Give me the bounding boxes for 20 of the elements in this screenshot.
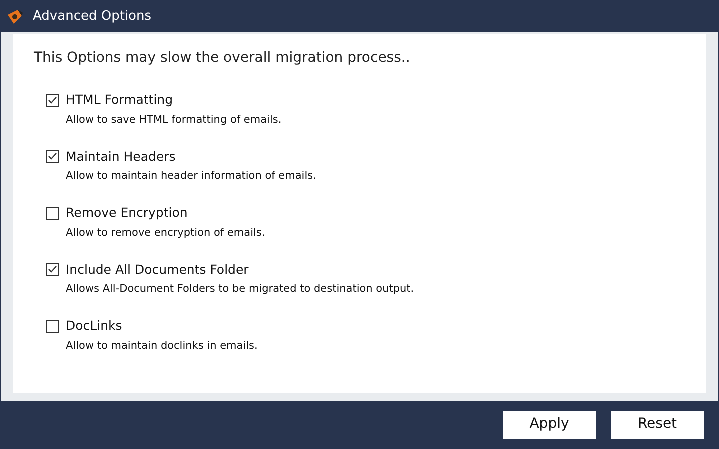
action-button[interactable]: Apply <box>503 410 596 438</box>
option-description: Allows All-Document Folders to be migrated to destination output. <box>65 282 416 298</box>
option-description: Allow to maintain doclinks in emails. <box>65 338 259 354</box>
option-label: DocLinks <box>66 317 122 335</box>
checkbox[interactable] <box>46 150 59 164</box>
app-logo-icon <box>6 8 24 26</box>
option-label: HTML Formatting <box>66 91 174 109</box>
checkbox[interactable] <box>46 320 59 333</box>
window-title: Advanced Options <box>33 8 152 26</box>
checkbox[interactable] <box>46 206 59 220</box>
option-label: Include All Documents Folder <box>66 260 249 278</box>
checkbox[interactable] <box>46 94 59 107</box>
action-button[interactable]: Reset <box>611 410 704 438</box>
notice-text: This Options may slow the overall migration process.. <box>34 49 412 68</box>
option-label: Maintain Headers <box>66 148 176 166</box>
option-description: Allow to remove encryption of emails. <box>65 226 266 241</box>
option-description: Allow to save HTML formatting of emails. <box>65 112 283 128</box>
option-label: Remove Encryption <box>66 204 188 222</box>
checkbox[interactable] <box>46 263 59 276</box>
option-description: Allow to maintain header information of emails. <box>65 169 318 184</box>
